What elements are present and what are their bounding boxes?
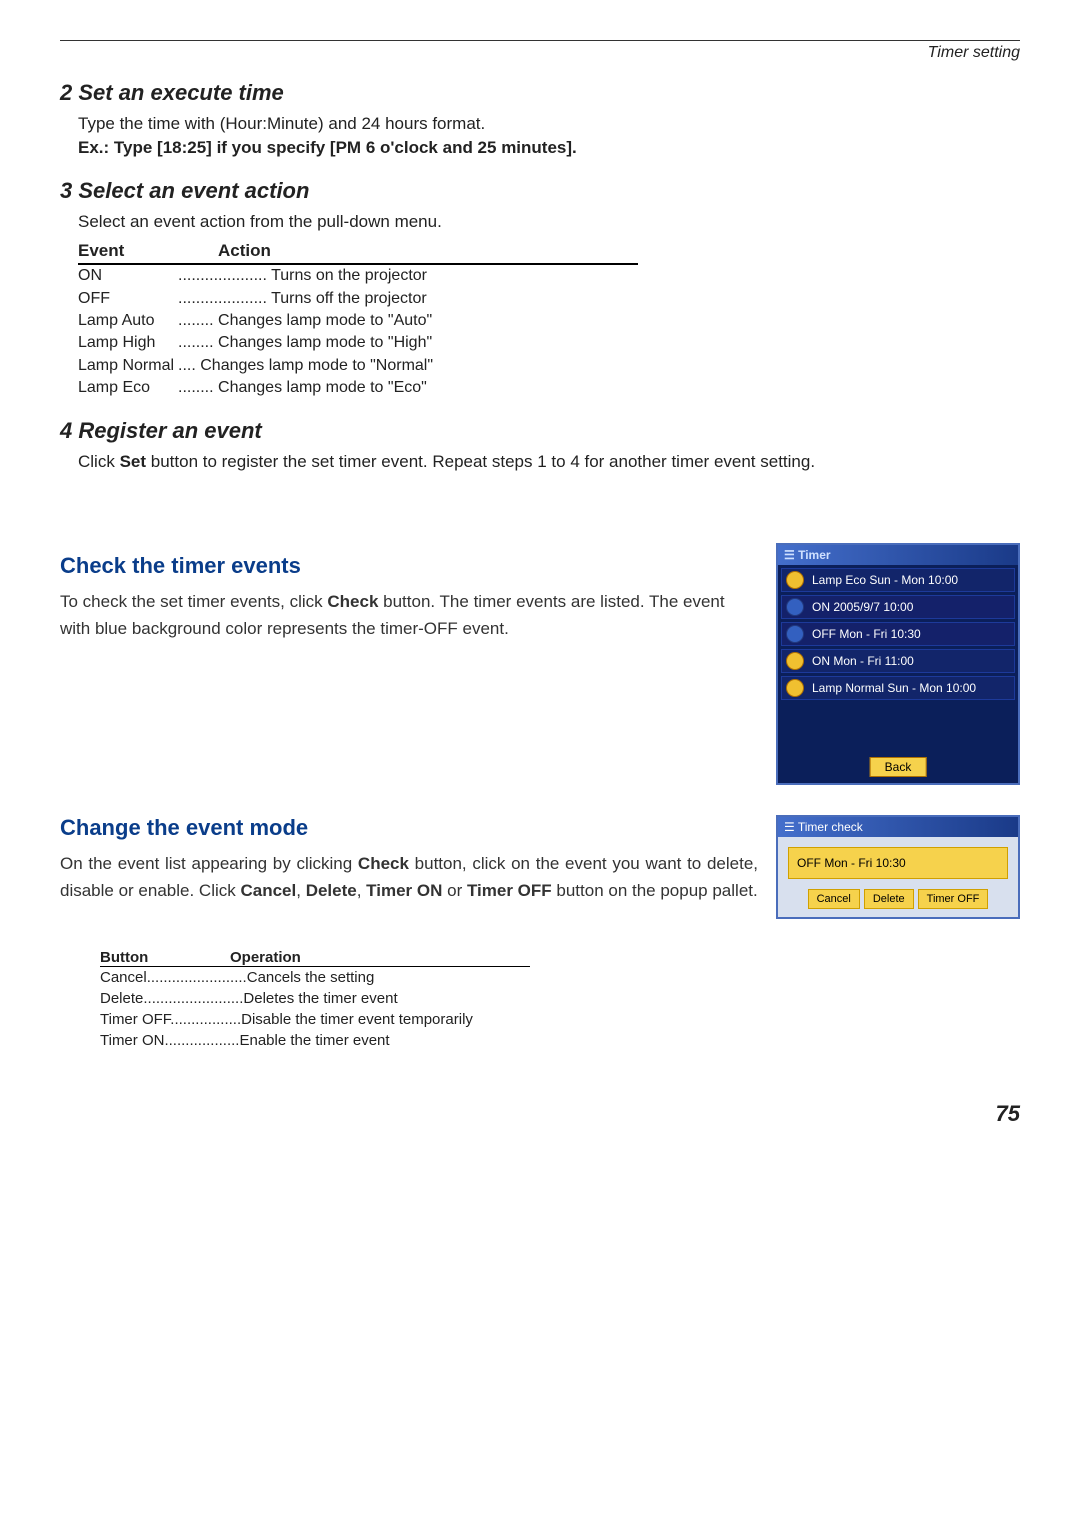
button-head-op: Operation (230, 949, 301, 966)
step3-title: 3 Select an event action (60, 178, 1020, 204)
popup-buttons: Cancel Delete Timer OFF (786, 889, 1010, 909)
event-table: Event Action ON.................... Turn… (78, 239, 638, 399)
timer-item[interactable]: Lamp Normal Sun - Mon 10:00 (781, 676, 1015, 700)
step2-title: 2 Set an execute time (60, 80, 1020, 106)
clock-icon (786, 652, 804, 670)
timer-check-title: ☰ Timer check (778, 817, 1018, 837)
step2-line2: Ex.: Type [18:25] if you specify [PM 6 o… (78, 138, 577, 157)
timer-item[interactable]: Lamp Eco Sun - Mon 10:00 (781, 568, 1015, 592)
event-row: Lamp High........ Changes lamp mode to "… (78, 332, 638, 354)
button-row: Timer ON..................Enable the tim… (100, 1030, 530, 1051)
timer-check-screenshot: ☰ Timer check OFF Mon - Fri 10:30 Cancel… (776, 815, 1020, 919)
event-head-action: Action (218, 239, 271, 263)
timer-panel-title: ☰ Timer (778, 545, 1018, 565)
event-row: ON.................... Turns on the proj… (78, 265, 638, 287)
step2-body: Type the time with (Hour:Minute) and 24 … (78, 112, 1020, 160)
event-row: OFF.................... Turns off the pr… (78, 288, 638, 310)
step3-intro: Select an event action from the pull-dow… (78, 210, 1020, 234)
change-paragraph: On the event list appearing by clicking … (60, 851, 758, 904)
header-section: Timer setting (928, 44, 1020, 61)
event-row: Lamp Auto........ Changes lamp mode to "… (78, 310, 638, 332)
button-op-table: Button Operation Cancel.................… (100, 949, 530, 1051)
event-table-header: Event Action (78, 239, 638, 265)
step4-body: Click Set button to register the set tim… (78, 450, 1020, 474)
selected-event: OFF Mon - Fri 10:30 (788, 847, 1008, 879)
cancel-button[interactable]: Cancel (808, 889, 860, 909)
timer-item[interactable]: OFF Mon - Fri 10:30 (781, 622, 1015, 646)
timer-item[interactable]: ON 2005/9/7 10:00 (781, 595, 1015, 619)
clock-icon (786, 679, 804, 697)
timer-item[interactable]: ON Mon - Fri 11:00 (781, 649, 1015, 673)
button-row: Timer OFF.................Disable the ti… (100, 1009, 530, 1030)
event-row: Lamp Eco........ Changes lamp mode to "E… (78, 377, 638, 399)
check-title: Check the timer events (60, 553, 758, 579)
check-paragraph: To check the set timer events, click Che… (60, 589, 758, 642)
clock-icon (786, 571, 804, 589)
clock-icon (786, 598, 804, 616)
change-title: Change the event mode (60, 815, 758, 841)
step2-line1: Type the time with (Hour:Minute) and 24 … (78, 112, 1020, 136)
button-table-header: Button Operation (100, 949, 530, 967)
delete-button[interactable]: Delete (864, 889, 914, 909)
page-header: Timer setting (60, 40, 1020, 62)
timer-list-screenshot: ☰ Timer Lamp Eco Sun - Mon 10:00 ON 2005… (776, 543, 1020, 785)
event-row: Lamp Normal.... Changes lamp mode to "No… (78, 355, 638, 377)
button-head-button: Button (100, 949, 230, 966)
step3-body: Select an event action from the pull-dow… (78, 210, 1020, 400)
button-row: Delete........................Deletes th… (100, 988, 530, 1009)
timer-panel-footer: Back (778, 703, 1018, 783)
page-number: 75 (60, 1101, 1020, 1127)
timer-icon: ☰ (784, 548, 798, 562)
timer-off-button[interactable]: Timer OFF (918, 889, 989, 909)
event-head-event: Event (78, 239, 218, 263)
timer-icon: ☰ (784, 820, 798, 834)
clock-icon (786, 625, 804, 643)
back-button[interactable]: Back (870, 757, 927, 777)
step4-title: 4 Register an event (60, 418, 1020, 444)
button-row: Cancel........................Cancels th… (100, 967, 530, 988)
